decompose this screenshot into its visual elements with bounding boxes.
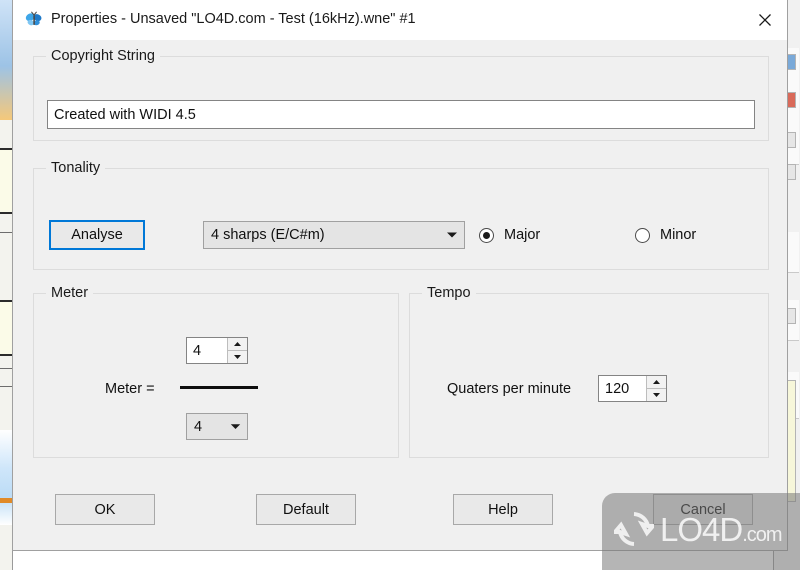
key-signature-combobox[interactable]: 4 sharps (E/C#m) [203, 221, 465, 249]
analyse-button[interactable]: Analyse [49, 220, 145, 250]
background-staff-line [0, 232, 12, 233]
meter-fraction-bar [180, 386, 258, 389]
watermark-brand: LO4D [660, 510, 743, 548]
meter-equation-label: Meter = [105, 381, 155, 397]
tonality-group-title: Tonality [46, 160, 106, 176]
help-button[interactable]: Help [453, 494, 553, 525]
butterfly-icon [24, 10, 44, 30]
tempo-label: Quaters per minute [447, 381, 572, 397]
watermark-text: LO4D.com [660, 510, 783, 548]
background-staff-line [0, 368, 12, 369]
tempo-stepper[interactable]: 120 [598, 375, 667, 402]
watermark-suffix: .com [742, 523, 782, 546]
lo4d-watermark: LO4D.com [602, 493, 800, 570]
radio-unselected-icon [635, 227, 650, 243]
chevron-down-icon [223, 423, 247, 430]
tempo-group: Tempo [409, 285, 769, 458]
spin-up-icon[interactable] [647, 376, 666, 389]
ok-button[interactable]: OK [55, 494, 155, 525]
background-waveform-marker [0, 498, 12, 503]
meter-denominator-value: 4 [194, 418, 203, 435]
key-signature-value: 4 sharps (E/C#m) [211, 227, 325, 243]
tempo-group-title: Tempo [422, 285, 476, 301]
properties-dialog: Properties - Unsaved "LO4D.com - Test (1… [12, 0, 788, 551]
background-staff-line [0, 386, 12, 387]
mode-minor-label: Minor [660, 227, 697, 243]
spin-down-icon[interactable] [647, 389, 666, 401]
background-staff-upper [0, 148, 12, 214]
close-icon[interactable] [742, 0, 787, 39]
window-title: Properties - Unsaved "LO4D.com - Test (1… [51, 11, 416, 27]
copyright-string-input[interactable] [47, 100, 755, 129]
meter-numerator-stepper[interactable]: 4 [186, 337, 248, 364]
refresh-circle-icon [610, 509, 658, 549]
mode-major-label: Major [504, 227, 541, 243]
spin-down-icon[interactable] [228, 351, 247, 363]
radio-selected-icon [479, 227, 494, 243]
chevron-down-icon [440, 231, 464, 239]
tempo-value: 120 [605, 380, 630, 397]
background-spectrogram [0, 430, 12, 525]
spin-up-icon[interactable] [228, 338, 247, 351]
meter-numerator-value: 4 [193, 342, 202, 359]
copyright-string-group-title: Copyright String [46, 48, 160, 64]
default-button[interactable]: Default [256, 494, 356, 525]
title-bar: Properties - Unsaved "LO4D.com - Test (1… [13, 0, 787, 40]
background-left-toolbar-icons [0, 0, 12, 120]
meter-group-title: Meter [46, 285, 94, 301]
tempo-spin-buttons [646, 376, 666, 401]
background-staff-lower [0, 300, 12, 356]
tonality-group: Tonality [33, 160, 769, 270]
meter-numerator-spin-buttons [227, 338, 247, 363]
meter-denominator-combobox[interactable]: 4 [186, 413, 248, 440]
mode-minor-radio[interactable]: Minor [635, 227, 696, 243]
mode-major-radio[interactable]: Major [479, 227, 540, 243]
